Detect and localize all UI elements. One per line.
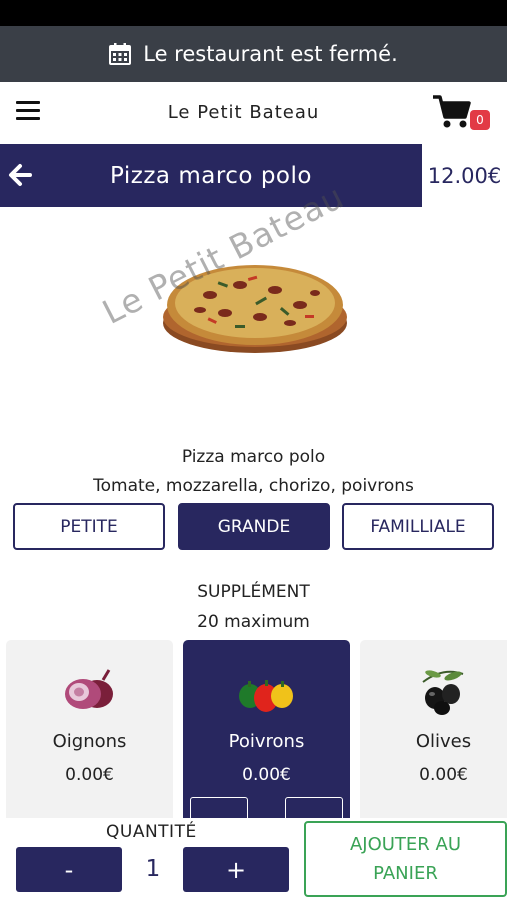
product-price: 12.00€ bbox=[427, 163, 502, 188]
order-footer: QUANTITÉ - 1 + AJOUTER AU PANIER bbox=[0, 818, 507, 900]
quantity-increase-button[interactable]: + bbox=[183, 847, 289, 892]
cart-button[interactable]: 0 bbox=[432, 94, 492, 134]
supplement-card-poivrons[interactable]: Poivrons 0.00€ bbox=[183, 640, 350, 830]
calendar-icon bbox=[109, 43, 132, 65]
add-to-cart-label-line1: AJOUTER AU bbox=[349, 834, 462, 855]
product-title-bar: Pizza marco polo bbox=[0, 144, 422, 207]
cart-count-badge: 0 bbox=[470, 110, 490, 130]
onion-icon bbox=[65, 669, 113, 709]
closed-banner-text: Le restaurant est fermé. bbox=[143, 42, 398, 66]
supplement-max: 20 maximum bbox=[197, 612, 310, 632]
supplement-price: 0.00€ bbox=[419, 765, 468, 785]
supplement-name: Poivrons bbox=[228, 731, 305, 752]
add-to-cart-label-line2: PANIER bbox=[373, 863, 438, 884]
back-arrow-icon[interactable] bbox=[8, 162, 32, 188]
quantity-label: QUANTITÉ bbox=[106, 822, 197, 842]
status-bar bbox=[0, 0, 507, 26]
supplement-card-olives[interactable]: Olives 0.00€ bbox=[360, 640, 507, 830]
cart-icon bbox=[433, 95, 471, 128]
pepper-icon bbox=[239, 680, 293, 712]
supplement-price: 0.00€ bbox=[242, 765, 291, 785]
size-familliale-button[interactable]: FAMILLIALE bbox=[342, 503, 494, 550]
brand-name: Le Petit Bateau bbox=[167, 102, 320, 123]
product-description: Tomate, mozzarella, chorizo, poivrons bbox=[93, 476, 414, 496]
page-title: Pizza marco polo bbox=[110, 162, 312, 189]
top-bar: Le Petit Bateau 0 bbox=[0, 82, 507, 144]
supplement-name: Olives bbox=[415, 731, 472, 752]
olive-icon bbox=[422, 670, 464, 715]
supplement-name: Oignons bbox=[52, 731, 127, 752]
quantity-decrease-button[interactable]: - bbox=[16, 847, 122, 892]
supplement-card-oignons[interactable]: Oignons 0.00€ bbox=[6, 640, 173, 830]
quantity-value: 1 bbox=[145, 856, 161, 882]
supplement-title: SUPPLÉMENT bbox=[197, 582, 310, 602]
size-grande-button[interactable]: GRANDE bbox=[178, 503, 330, 550]
product-name: Pizza marco polo bbox=[181, 447, 326, 467]
add-to-cart-button[interactable]: AJOUTER AU PANIER bbox=[304, 821, 507, 897]
supplement-price: 0.00€ bbox=[65, 765, 114, 785]
size-petite-button[interactable]: PETITE bbox=[13, 503, 165, 550]
closed-banner: Le restaurant est fermé. bbox=[0, 26, 507, 82]
